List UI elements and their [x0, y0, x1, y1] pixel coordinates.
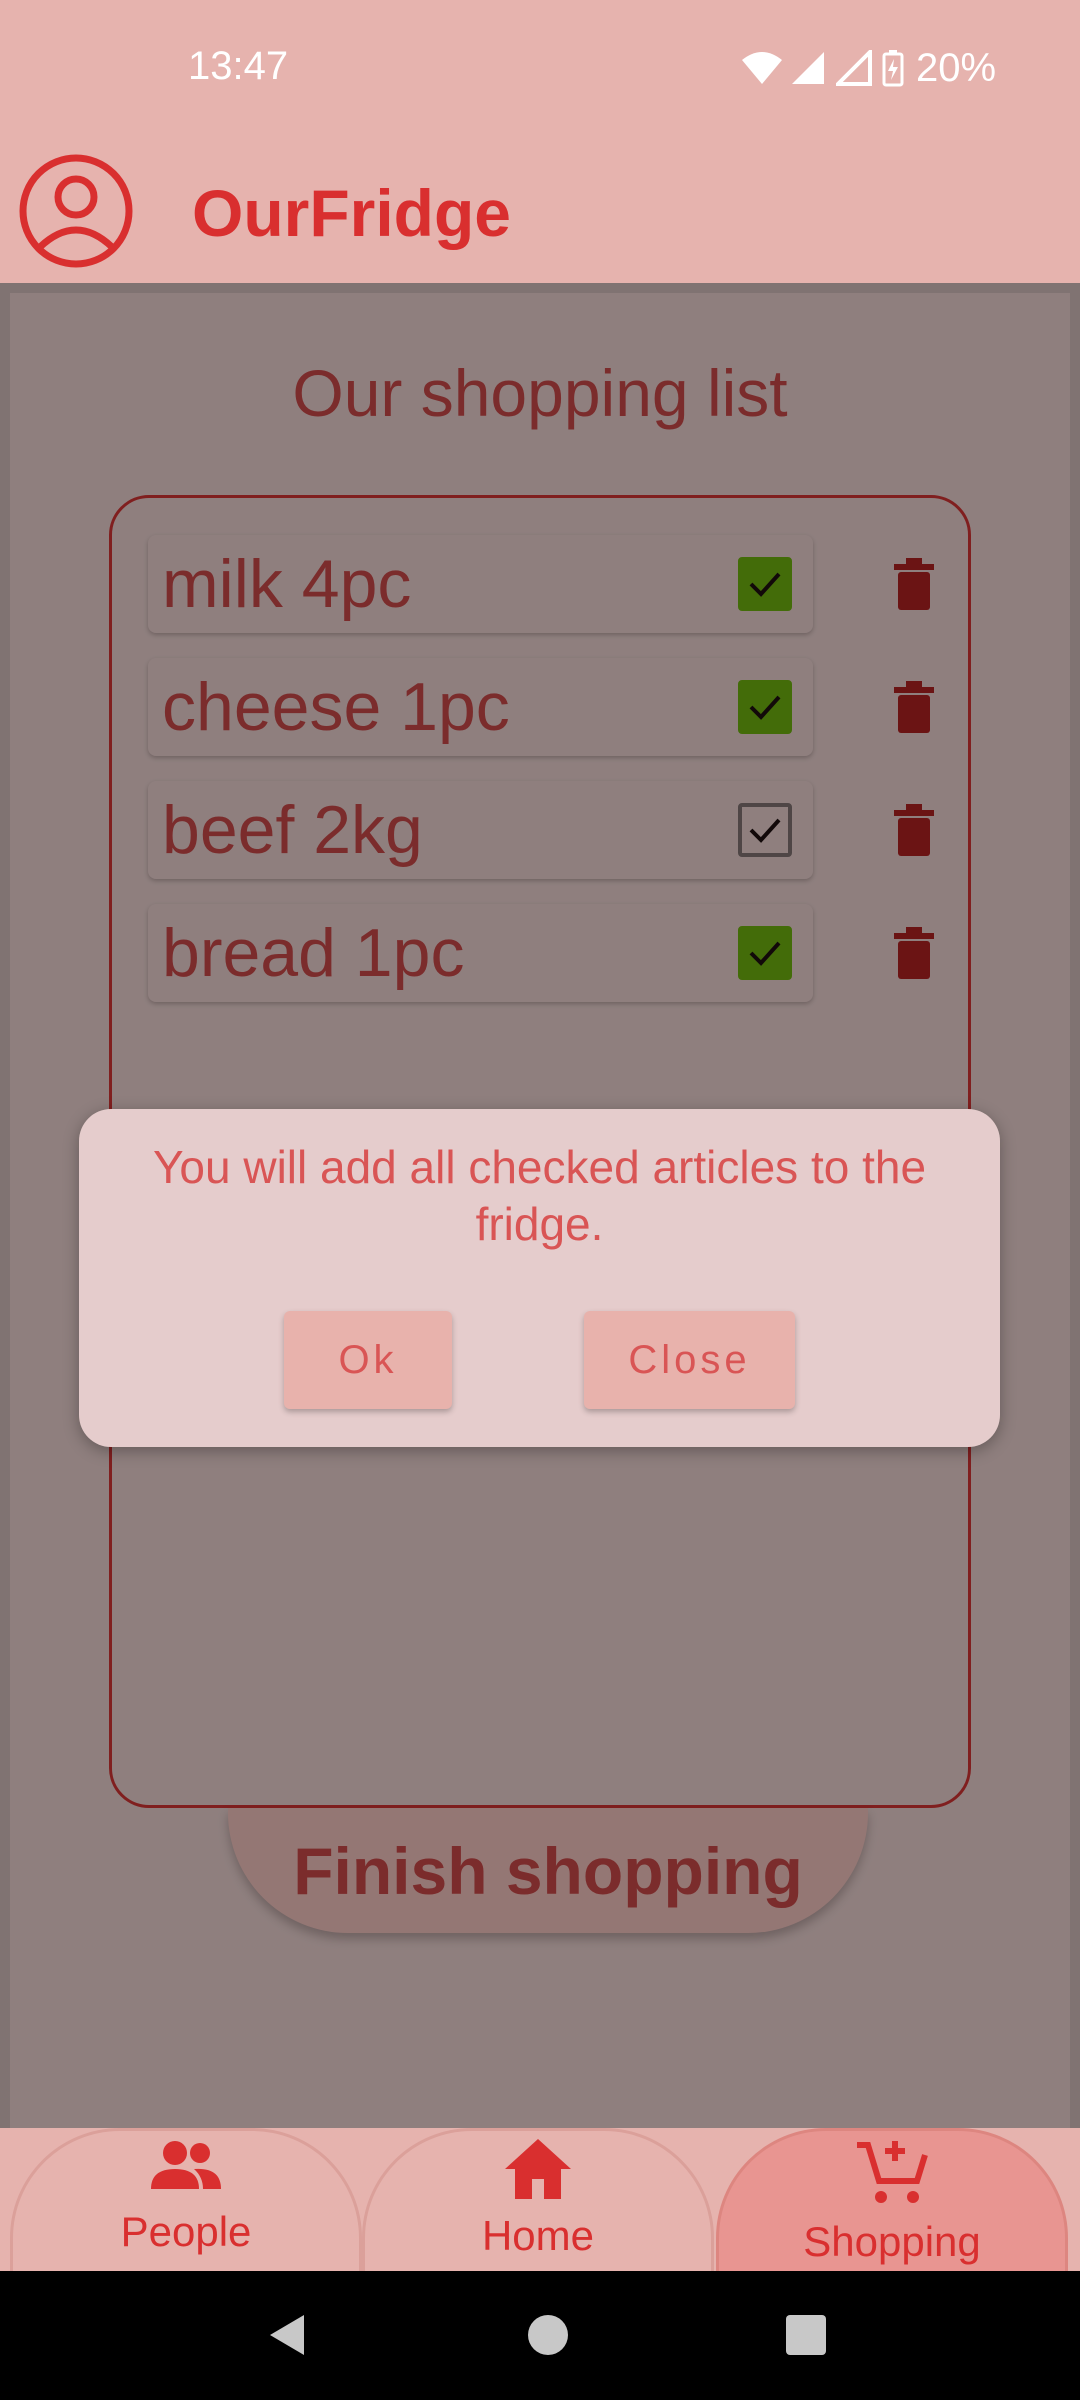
app-title: OurFridge: [192, 176, 512, 250]
tab-label: People: [120, 2208, 252, 2255]
tab-people[interactable]: People: [10, 2128, 362, 2271]
signal-icon: [790, 50, 830, 86]
status-bar: 13:47 20%: [0, 0, 1080, 135]
app-header: OurFridge: [0, 135, 1080, 285]
wifi-icon: [740, 50, 784, 86]
close-button[interactable]: Close: [584, 1311, 795, 1409]
signal-icon: [836, 50, 876, 86]
tab-shopping[interactable]: Shopping: [716, 2128, 1068, 2271]
back-icon[interactable]: [264, 2311, 312, 2364]
ok-button[interactable]: Ok: [284, 1311, 452, 1409]
bottom-nav: People Home Shopping: [0, 2128, 1080, 2271]
add-shopping-cart-icon: [855, 2131, 929, 2212]
home-icon: [503, 2131, 573, 2206]
status-time: 13:47: [188, 44, 289, 88]
tab-label: Shopping: [803, 2218, 981, 2265]
confirm-dialog: You will add all checked articles to the…: [79, 1109, 1000, 1447]
dialog-message: You will add all checked articles to the…: [152, 1141, 927, 1250]
account-circle-icon[interactable]: [18, 153, 134, 269]
tab-home[interactable]: Home: [362, 2128, 714, 2271]
people-icon: [148, 2131, 224, 2202]
system-nav-bar: [0, 2271, 1080, 2400]
battery-percent: 20%: [916, 45, 997, 90]
recents-icon[interactable]: [782, 2311, 830, 2364]
tab-label: Home: [481, 2212, 595, 2259]
status-icons: 20%: [740, 44, 996, 92]
home-circle-icon[interactable]: [524, 2311, 572, 2364]
battery-charging-icon: [882, 49, 904, 87]
